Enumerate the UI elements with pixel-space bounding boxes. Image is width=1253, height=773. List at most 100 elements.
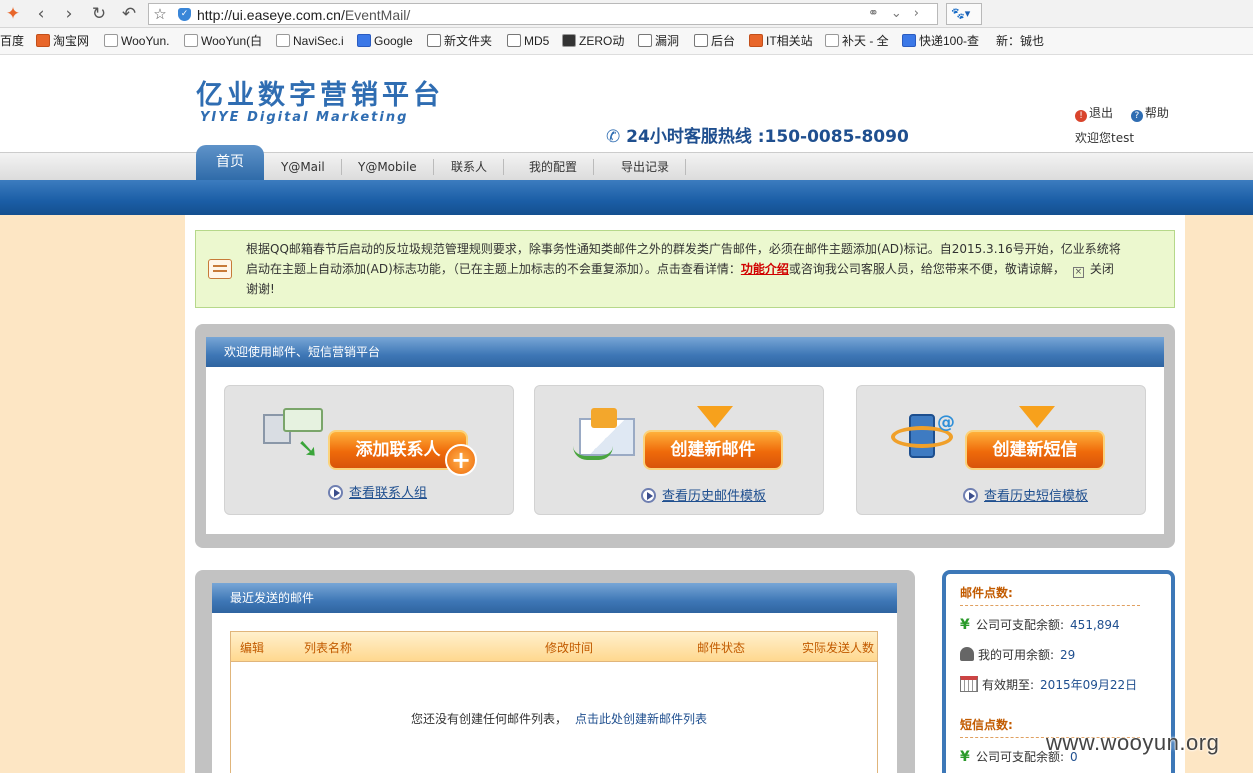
- table-header: 编辑 列表名称 修改时间 邮件状态 实际发送人数: [231, 632, 877, 662]
- bookmark-item[interactable]: 后台: [694, 33, 735, 49]
- forward-icon[interactable]: ›: [58, 3, 80, 25]
- nav-ymobile[interactable]: Y@Mobile: [358, 159, 434, 175]
- notice-text: 根据QQ邮箱春节后启动的反垃圾规范管理规则要求，除事务性通知类邮件之外的群发类广…: [246, 242, 1121, 296]
- calendar-icon: [960, 676, 978, 692]
- bookmark-item[interactable]: 淘宝网: [36, 33, 89, 49]
- hotline: ✆ 24小时客服热线 :150-0085-8090: [606, 127, 909, 147]
- zero-icon: [562, 34, 576, 47]
- play-icon: [328, 485, 343, 500]
- close-link[interactable]: 关闭: [1090, 262, 1114, 276]
- bookmark-item[interactable]: 百度: [0, 33, 24, 49]
- back-icon[interactable]: ‹: [30, 3, 52, 25]
- recent-mail-title: 最近发送的邮件: [212, 583, 897, 613]
- nav-ymail[interactable]: Y@Mail: [281, 159, 342, 175]
- kuaidi-icon: [902, 34, 916, 47]
- mail-company-balance: ¥ 公司可支配余额: 451,894: [960, 617, 1120, 633]
- message-icon: [208, 259, 232, 279]
- plus-icon: +: [445, 444, 477, 476]
- nav-contacts[interactable]: 联系人: [451, 159, 505, 175]
- col-edit[interactable]: 编辑: [240, 639, 264, 656]
- arrow-icon: ➘: [297, 434, 319, 464]
- col-recipients[interactable]: 实际发送人数: [802, 639, 874, 656]
- folder-icon: [694, 34, 708, 47]
- feature-intro-link[interactable]: 功能介绍: [741, 262, 789, 276]
- recent-mail-panel: 最近发送的邮件 编辑 列表名称 修改时间 邮件状态 实际发送人数 您还没有创建任…: [195, 570, 915, 773]
- card-create-sms: @ 创建新短信 查看历史短信模板: [856, 385, 1146, 515]
- undo-icon[interactable]: ↶: [118, 3, 140, 25]
- welcome-user: 欢迎您test: [1075, 131, 1135, 145]
- bookmarks-bar: 百度 淘宝网 WooYun. WooYun(白 NaviSec.i Google…: [0, 28, 1253, 55]
- star-icon[interactable]: ☆: [149, 3, 171, 25]
- site-header: 亿业数字营销平台 YIYE Digital Marketing ✆ 24小时客服…: [0, 56, 1253, 152]
- contact-card-icon: [283, 408, 323, 432]
- at-icon: @: [937, 412, 955, 433]
- phone-icon: ✆: [606, 127, 621, 147]
- bookmark-item[interactable]: 快递100-查: [902, 33, 979, 49]
- recent-mail-body: 编辑 列表名称 修改时间 邮件状态 实际发送人数 您还没有创建任何邮件列表， 点击…: [212, 613, 897, 773]
- play-icon: [963, 488, 978, 503]
- help-link[interactable]: ? 帮助: [1130, 106, 1169, 122]
- shield-icon: ✓: [178, 8, 191, 21]
- arrow-down-icon: [1019, 406, 1055, 428]
- card-add-contact: ➘ 添加联系人 + 查看联系人组: [224, 385, 514, 515]
- nav-blue-bar: [0, 180, 1253, 215]
- view-email-templates-link[interactable]: 查看历史邮件模板: [641, 485, 766, 504]
- mail-expire-date: 有效期至: 2015年09月22日: [960, 676, 1137, 693]
- help-icon: ?: [1130, 110, 1143, 122]
- view-sms-templates-link[interactable]: 查看历史短信模板: [963, 485, 1088, 504]
- user-icon: [960, 647, 974, 661]
- browser-logo-icon: ✦: [5, 4, 21, 24]
- empty-state: 您还没有创建任何邮件列表， 点击此处创建新邮件列表: [411, 712, 708, 726]
- nav-my-config[interactable]: 我的配置: [529, 159, 595, 175]
- col-modified-time[interactable]: 修改时间: [545, 639, 593, 656]
- page-icon: [276, 34, 290, 47]
- bookmark-item[interactable]: MD5: [507, 33, 549, 49]
- it-icon: [749, 34, 763, 47]
- page: 亿业数字营销平台 YIYE Digital Marketing ✆ 24小时客服…: [0, 56, 1253, 773]
- butian-icon: [825, 34, 839, 47]
- bookmark-item[interactable]: 漏洞: [638, 33, 679, 49]
- welcome-panel: 欢迎使用邮件、短信营销平台 ➘ 添加联系人 + 查看联系人组 创建新邮件 查看历…: [195, 324, 1175, 548]
- logo-title: 亿业数字营销平台: [196, 80, 444, 111]
- address-bar-controls-icon[interactable]: ⚭⌄›: [868, 6, 931, 21]
- close-icon[interactable]: ×: [1072, 267, 1084, 278]
- welcome-panel-title: 欢迎使用邮件、短信营销平台: [206, 337, 1164, 367]
- top-links: ! 退出 ? 帮助: [1075, 104, 1169, 122]
- recent-mail-table: 编辑 列表名称 修改时间 邮件状态 实际发送人数 您还没有创建任何邮件列表， 点击…: [230, 631, 878, 773]
- card-create-email: 创建新邮件 查看历史邮件模板: [534, 385, 824, 515]
- address-bar[interactable]: ☆ ✓ http://ui.easeye.com.cn/EventMail/ ⚭…: [148, 3, 938, 25]
- taobao-icon: [36, 34, 50, 47]
- mail-tag-icon: [591, 408, 617, 428]
- swoosh-icon: [573, 446, 613, 460]
- refresh-icon[interactable]: ↻: [88, 3, 110, 25]
- create-sms-button[interactable]: 创建新短信: [965, 430, 1105, 470]
- col-list-name[interactable]: 列表名称: [304, 639, 352, 656]
- nav-home[interactable]: 首页: [196, 145, 264, 181]
- url-text[interactable]: http://ui.easeye.com.cn/EventMail/: [197, 7, 410, 23]
- logo-subtitle: YIYE Digital Marketing: [200, 110, 409, 125]
- nav-export-records[interactable]: 导出记录: [621, 159, 687, 175]
- create-mail-list-link[interactable]: 点击此处创建新邮件列表: [575, 712, 707, 726]
- create-email-button[interactable]: 创建新邮件: [643, 430, 783, 470]
- bookmark-item[interactable]: NaviSec.i: [276, 33, 344, 49]
- bookmark-item[interactable]: IT相关站: [749, 33, 813, 49]
- bookmark-item[interactable]: WooYun.: [104, 33, 169, 49]
- col-mail-status[interactable]: 邮件状态: [697, 639, 745, 656]
- browser-toolbar: ✦ ‹ › ↻ ↶ ☆ ✓ http://ui.easeye.com.cn/Ev…: [0, 0, 1253, 28]
- wooyun-icon: [184, 34, 198, 47]
- folder-icon: [427, 34, 441, 47]
- yen-icon: ¥: [960, 617, 970, 633]
- logout-icon: !: [1075, 110, 1087, 122]
- baidu-paw-icon[interactable]: 🐾▾: [946, 3, 982, 25]
- bookmark-item[interactable]: Google: [357, 33, 413, 49]
- bookmark-item[interactable]: 补天 - 全: [825, 33, 889, 49]
- bookmark-item[interactable]: 新：铖也: [996, 33, 1044, 49]
- bookmark-item[interactable]: 新文件夹: [427, 33, 492, 49]
- bookmark-item[interactable]: ZERO动: [562, 33, 624, 49]
- notice-banner: 根据QQ邮箱春节后启动的反垃圾规范管理规则要求，除事务性通知类邮件之外的群发类广…: [195, 230, 1175, 308]
- google-icon: [357, 34, 371, 47]
- main-nav: 首页 Y@Mail Y@Mobile 联系人 我的配置 导出记录: [0, 145, 1253, 181]
- view-contact-groups-link[interactable]: 查看联系人组: [328, 482, 427, 501]
- bookmark-item[interactable]: WooYun(白: [184, 33, 262, 49]
- logout-link[interactable]: ! 退出: [1075, 106, 1113, 122]
